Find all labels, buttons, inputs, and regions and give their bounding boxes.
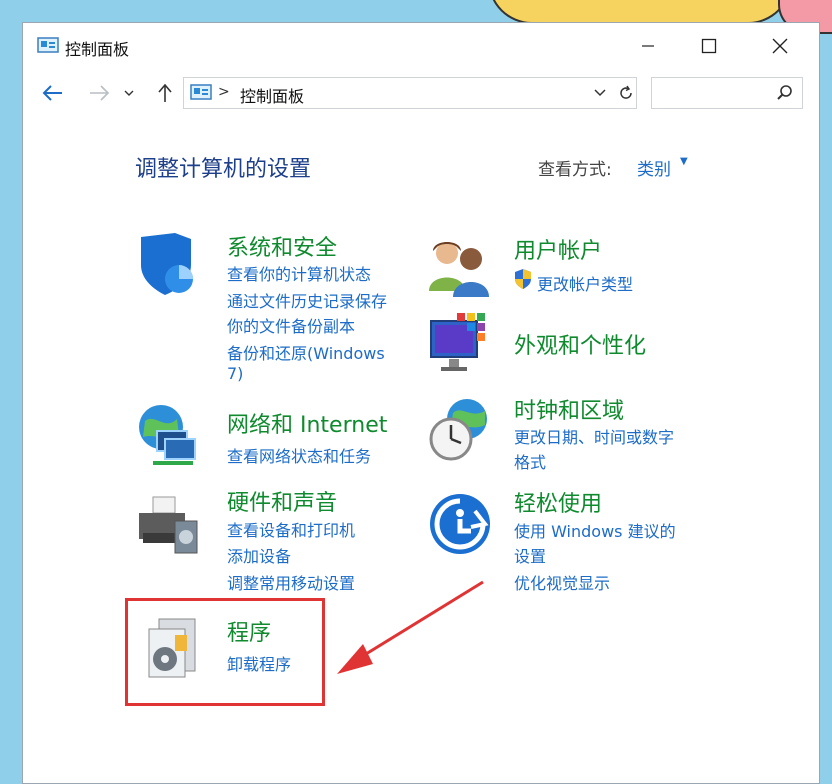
- forward-button[interactable]: [85, 79, 113, 107]
- title-bar: 控制面板: [23, 23, 819, 69]
- control-panel-icon: [37, 37, 59, 53]
- category-network-internet[interactable]: 网络和 Internet: [227, 407, 387, 439]
- back-arrow-icon: [42, 85, 62, 101]
- page-title: 调整计算机的设置: [135, 157, 312, 182]
- refresh-icon: [620, 85, 632, 99]
- category-hardware-sound[interactable]: 硬件和声音: [227, 485, 337, 517]
- link-view-computer-status[interactable]: 查看你的计算机状态: [227, 261, 371, 285]
- link-file-backup-copies[interactable]: 你的文件备份副本: [227, 313, 355, 337]
- link-change-date-time-format[interactable]: 更改日期、时间或数字: [514, 424, 674, 448]
- wallpaper-shape: [488, 0, 792, 24]
- category-clock-region[interactable]: 时钟和区域: [514, 393, 624, 425]
- network-icon[interactable]: [135, 403, 201, 469]
- back-button[interactable]: [39, 79, 67, 107]
- view-by-label: 查看方式:: [538, 160, 612, 180]
- link-backup-restore[interactable]: 备份和还原(Windows: [227, 340, 385, 364]
- link-network-status[interactable]: 查看网络状态和任务: [227, 443, 371, 467]
- link-change-date-time-format-suffix[interactable]: 格式: [514, 449, 546, 473]
- link-devices-printers[interactable]: 查看设备和打印机: [227, 517, 355, 541]
- ease-of-access-icon[interactable]: [427, 491, 493, 557]
- link-windows-recommended-settings-suffix[interactable]: 设置: [514, 543, 546, 567]
- link-add-device[interactable]: 添加设备: [227, 543, 291, 567]
- link-backup-restore-suffix[interactable]: 7): [227, 364, 243, 383]
- category-ease-of-access[interactable]: 轻松使用: [514, 486, 602, 518]
- maximize-button[interactable]: [687, 31, 731, 61]
- up-button[interactable]: [151, 79, 179, 107]
- monitor-icon[interactable]: [427, 313, 493, 379]
- category-appearance-personalization[interactable]: 外观和个性化: [514, 328, 646, 360]
- link-optimize-visual-display[interactable]: 优化视觉显示: [514, 570, 610, 594]
- close-icon: [772, 38, 788, 54]
- dropdown-caret-icon[interactable]: ▼: [680, 156, 688, 167]
- uac-shield-icon: [515, 269, 531, 289]
- users-icon[interactable]: [427, 235, 493, 301]
- close-button[interactable]: [758, 31, 802, 61]
- category-system-security[interactable]: 系统和安全: [227, 230, 337, 262]
- control-panel-window: 控制面板 > 控制面板 调整计算机的设置 查看方式: 类别 ▼ 系统和安全 查看…: [22, 22, 820, 784]
- search-icon: [777, 85, 792, 100]
- minimize-button[interactable]: [626, 31, 670, 61]
- window-title: 控制面板: [65, 40, 130, 59]
- link-windows-recommended-settings[interactable]: 使用 Windows 建议的: [514, 518, 676, 542]
- clock-globe-icon[interactable]: [427, 397, 493, 463]
- refresh-button[interactable]: [615, 79, 637, 107]
- breadcrumb-separator: >: [218, 84, 230, 100]
- minimize-icon: [642, 45, 654, 47]
- category-user-accounts[interactable]: 用户帐户: [514, 233, 602, 265]
- control-panel-icon: [190, 84, 212, 100]
- link-file-history-save[interactable]: 通过文件历史记录保存: [227, 288, 387, 312]
- address-history-button[interactable]: [589, 79, 611, 107]
- forward-arrow-icon: [90, 85, 110, 101]
- chevron-down-icon: [594, 89, 606, 97]
- up-arrow-icon: [158, 83, 172, 102]
- printer-icon[interactable]: [135, 493, 201, 559]
- annotation-arrow-icon: [337, 580, 484, 674]
- link-change-account-type[interactable]: 更改帐户类型: [537, 271, 633, 295]
- view-by-dropdown[interactable]: 类别: [637, 155, 671, 180]
- shield-icon[interactable]: [135, 231, 201, 297]
- address-bar[interactable]: > 控制面板: [183, 77, 637, 109]
- maximize-icon: [701, 38, 717, 54]
- search-input[interactable]: [651, 77, 803, 109]
- recent-locations-button[interactable]: [121, 79, 137, 107]
- chevron-down-icon: [124, 90, 134, 96]
- highlight-box: [125, 598, 325, 706]
- breadcrumb-control-panel[interactable]: 控制面板: [240, 83, 304, 107]
